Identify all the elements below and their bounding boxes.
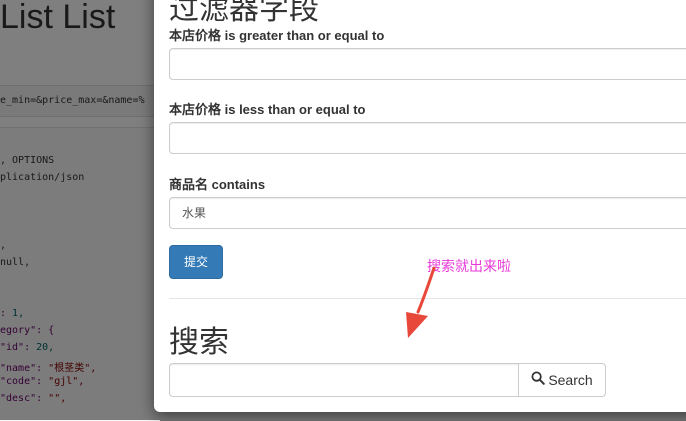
price-max-input[interactable] [169,122,686,154]
search-heading: 搜索 [169,325,229,360]
price-min-label: 本店价格 is greater than or equal to [169,28,385,43]
search-button[interactable]: Search [518,363,606,397]
name-contains-input[interactable]: 水果 [169,197,686,229]
search-button-label: Search [548,372,593,388]
name-contains-label: 商品名 contains [169,177,266,192]
search-form: Search [169,363,606,397]
price-min-input[interactable] [169,48,686,80]
search-input[interactable] [169,363,519,397]
search-icon [531,364,546,396]
modal-title: 过滤器字段 [169,0,319,27]
submit-button[interactable]: 提交 [169,245,223,279]
price-max-label: 本店价格 is less than or equal to [169,102,366,117]
annotation-arrow [406,266,436,338]
filter-modal: 过滤器字段 本店价格 is greater than or equal to 本… [154,0,686,412]
